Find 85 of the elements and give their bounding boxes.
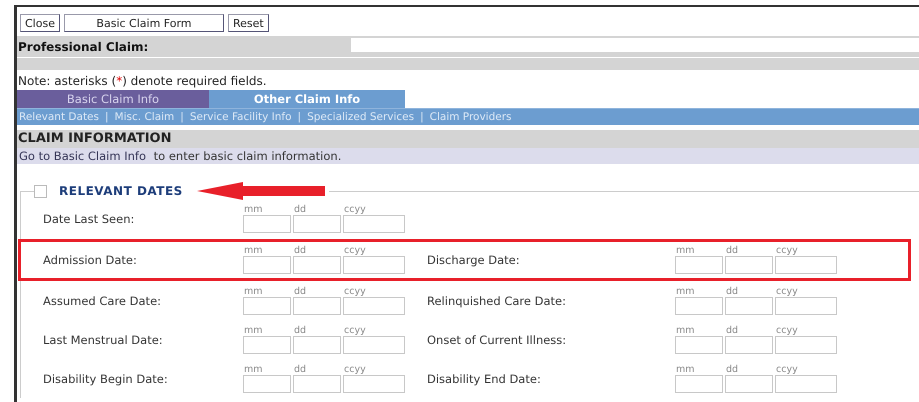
format-hint: mm [243, 246, 264, 256]
info-text: to enter basic claim information. [152, 149, 342, 163]
format-hint: dd [293, 326, 308, 336]
field-label: Last Menstrual Date: [43, 333, 164, 347]
format-hint: mm [243, 287, 264, 297]
format-hint: dd [293, 205, 308, 215]
required-note: Note: asterisks (*) denote required fields. [17, 73, 268, 88]
field-label: Admission Date: [43, 253, 138, 267]
fieldset-title: RELEVANT DATES [59, 184, 183, 198]
format-hint: dd [725, 365, 740, 375]
date-input[interactable] [343, 297, 405, 315]
date-input[interactable] [775, 336, 837, 354]
date-input[interactable] [675, 256, 723, 274]
format-hint: ccyy [343, 205, 367, 215]
format-hint: ccyy [775, 246, 799, 256]
format-hint: dd [293, 365, 308, 375]
separator: | [298, 111, 302, 123]
format-hint: mm [675, 365, 696, 375]
field-label: Onset of Current Illness: [427, 333, 568, 347]
date-input[interactable] [725, 297, 773, 315]
date-input[interactable] [725, 375, 773, 393]
date-input[interactable] [243, 256, 291, 274]
toolbar-button[interactable]: Close [20, 14, 60, 32]
format-hint: ccyy [775, 365, 799, 375]
date-input[interactable] [343, 375, 405, 393]
format-hint: ccyy [343, 287, 367, 297]
date-input[interactable] [725, 336, 773, 354]
format-hint: ccyy [343, 326, 367, 336]
date-input[interactable] [343, 256, 405, 274]
toolbar-button[interactable]: Reset [228, 14, 269, 32]
date-input[interactable] [243, 297, 291, 315]
format-hint: dd [293, 287, 308, 297]
format-hint: mm [243, 365, 264, 375]
date-input[interactable] [293, 256, 341, 274]
date-input[interactable] [243, 375, 291, 393]
date-input[interactable] [775, 297, 837, 315]
date-input[interactable] [293, 297, 341, 315]
date-input[interactable] [243, 336, 291, 354]
title-field[interactable] [351, 38, 919, 52]
form-title: Professional Claim: [17, 40, 148, 54]
date-input[interactable] [293, 375, 341, 393]
nav-link[interactable]: Specialized Services [307, 111, 414, 123]
date-input[interactable] [775, 375, 837, 393]
nav-link[interactable]: Claim Providers [430, 111, 512, 123]
section-title: CLAIM INFORMATION [17, 130, 919, 148]
date-input[interactable] [675, 297, 723, 315]
format-hint: mm [243, 326, 264, 336]
date-input[interactable] [243, 215, 291, 233]
field-label: Relinquished Care Date: [427, 294, 567, 308]
date-input[interactable] [343, 215, 405, 233]
format-hint: mm [675, 287, 696, 297]
format-hint: dd [725, 287, 740, 297]
field-label: Assumed Care Date: [43, 294, 162, 308]
date-input[interactable] [293, 215, 341, 233]
separator: | [180, 111, 184, 123]
field-label: Date Last Seen: [43, 212, 136, 226]
nav-link[interactable]: Misc. Claim [114, 111, 174, 123]
format-hint: ccyy [343, 246, 367, 256]
section-checkbox[interactable] [34, 184, 47, 198]
tab[interactable]: Other Claim Info [209, 90, 405, 108]
format-hint: mm [243, 205, 264, 215]
toolbar-button[interactable]: Basic Claim Form [64, 14, 224, 32]
date-input[interactable] [675, 375, 723, 393]
separator: | [420, 111, 424, 123]
nav-link[interactable]: Service Facility Info [190, 111, 292, 123]
format-hint: dd [293, 246, 308, 256]
format-hint: mm [675, 326, 696, 336]
field-label: Disability End Date: [427, 372, 542, 386]
date-input[interactable] [675, 336, 723, 354]
tab[interactable]: Basic Claim Info [17, 90, 209, 108]
format-hint: dd [725, 326, 740, 336]
format-hint: mm [675, 246, 696, 256]
nav-link[interactable]: Relevant Dates [19, 111, 99, 123]
field-label: Disability Begin Date: [43, 372, 169, 386]
basic-info-link[interactable]: Go to Basic Claim Info [19, 149, 146, 163]
date-input[interactable] [775, 256, 837, 274]
date-input[interactable] [343, 336, 405, 354]
field-label: Discharge Date: [427, 253, 521, 267]
format-hint: ccyy [343, 365, 367, 375]
separator: | [105, 111, 109, 123]
format-hint: dd [725, 246, 740, 256]
format-hint: ccyy [775, 326, 799, 336]
date-input[interactable] [725, 256, 773, 274]
format-hint: ccyy [775, 287, 799, 297]
date-input[interactable] [293, 336, 341, 354]
